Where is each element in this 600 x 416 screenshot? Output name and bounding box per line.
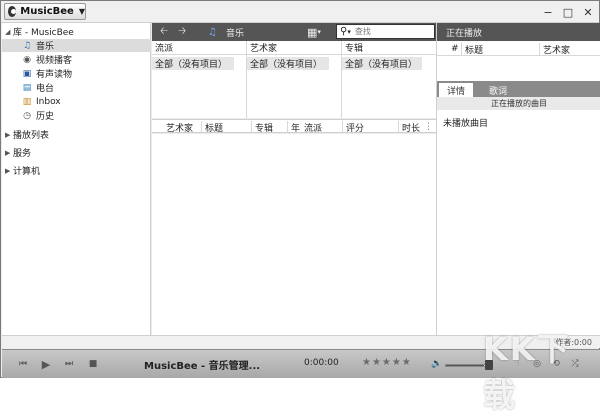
status-bar: 作者:0:00 bbox=[2, 335, 600, 348]
collapsed-arrow-icon: ▶ bbox=[5, 130, 11, 139]
sidebar-item-video-podcasts[interactable]: ◉ 视频播客 bbox=[2, 53, 151, 67]
tab-lyrics[interactable]: 歌词 bbox=[481, 83, 515, 97]
column-number[interactable]: # bbox=[451, 43, 459, 55]
clock-icon: ◷ bbox=[23, 110, 31, 121]
now-playing-panel: 正在播放 # 标题 艺术家 详情 歌词 正在播放的曲目 未播放曲目 bbox=[436, 23, 600, 335]
chevron-down-icon: ▼ bbox=[78, 7, 85, 16]
music-note-icon: ♫ bbox=[208, 26, 217, 38]
sidebar-section-computer[interactable]: ▶ 计算机 bbox=[2, 164, 151, 178]
collapsed-arrow-icon: ▶ bbox=[5, 148, 11, 157]
sidebar-item-history[interactable]: ◷ 历史 bbox=[2, 109, 151, 123]
pane-value[interactable]: 全部（没有项目） bbox=[247, 57, 329, 70]
section-label: 播放列表 bbox=[13, 131, 50, 141]
sidebar-item-label: 历史 bbox=[36, 112, 55, 122]
tracklist[interactable] bbox=[152, 134, 436, 335]
volume-handle[interactable] bbox=[485, 360, 493, 370]
location-label: 音乐 bbox=[226, 28, 245, 39]
genre-pane[interactable]: 流派 全部（没有项目） bbox=[152, 41, 247, 118]
maximize-button[interactable]: □ bbox=[561, 5, 575, 19]
library-node[interactable]: ◢ 库 - MusicBee bbox=[2, 25, 151, 39]
column-year[interactable]: 年 bbox=[287, 121, 300, 134]
now-playing-text[interactable]: MusicBee - 音乐管理... bbox=[144, 357, 260, 372]
column-genre[interactable]: 流派 bbox=[304, 121, 322, 134]
now-playing-header: # 标题 艺术家 bbox=[437, 42, 600, 56]
sidebar-item-radio[interactable]: ▤ 电台 bbox=[2, 81, 151, 95]
sidebar-item-label: 电台 bbox=[36, 84, 55, 94]
next-track-icon[interactable]: ⏭ bbox=[63, 358, 75, 370]
search-icon: ⚲ bbox=[340, 26, 348, 37]
close-button[interactable]: ✕ bbox=[581, 5, 595, 19]
now-playing-subheader: 正在播放的曲目 bbox=[437, 97, 600, 110]
sidebar-item-label: 视频播客 bbox=[36, 56, 73, 66]
sidebar-item-label: 音乐 bbox=[36, 42, 55, 52]
player-bar: ⏮ ▶ ⏭ ■ MusicBee - 音乐管理... 0:00:00 ★★★★★… bbox=[2, 349, 600, 378]
search-box[interactable]: ⚲ ▾ 查找 bbox=[336, 24, 435, 39]
tracklist-header: 艺术家 标题 专辑 年 流派 评分 时长 ⋮⋮ bbox=[152, 119, 442, 134]
column-title[interactable]: 标题 bbox=[461, 43, 483, 56]
sidebar-item-inbox[interactable]: ▥ Inbox bbox=[2, 95, 151, 108]
artist-pane[interactable]: 艺术家 全部（没有项目） bbox=[247, 41, 342, 118]
view-layout-icon[interactable]: ▦ ▾ bbox=[307, 25, 321, 39]
previous-track-icon[interactable]: ⏮ bbox=[17, 358, 29, 370]
sidebar: ◢ 库 - MusicBee ♫ 音乐 ◉ 视频播客 ▣ 有声读物 ▤ 电台 ▥… bbox=[2, 23, 151, 335]
chevron-down-icon: ▾ bbox=[347, 27, 351, 36]
column-rating[interactable]: 评分 bbox=[342, 121, 364, 134]
musicbee-logo-icon bbox=[8, 6, 17, 17]
radio-icon: ▤ bbox=[22, 82, 32, 93]
now-playing-title: 正在播放 bbox=[437, 23, 600, 41]
video-icon: ◉ bbox=[23, 54, 31, 65]
column-artist[interactable]: 艺术家 bbox=[166, 121, 193, 134]
column-album[interactable]: 专辑 bbox=[251, 121, 273, 134]
sidebar-item-audiobooks[interactable]: ▣ 有声读物 bbox=[2, 67, 151, 81]
forward-arrow-icon[interactable]: 🡢 bbox=[178, 25, 186, 39]
sidebar-item-label: 有声读物 bbox=[36, 70, 73, 80]
library-label: 库 - MusicBee bbox=[13, 28, 74, 38]
pane-header[interactable]: 艺术家 bbox=[247, 41, 341, 55]
inbox-icon: ▥ bbox=[22, 96, 32, 107]
sidebar-item-music[interactable]: ♫ 音乐 bbox=[2, 39, 151, 52]
pane-value[interactable]: 全部（没有项目） bbox=[152, 57, 234, 70]
section-label: 服务 bbox=[13, 149, 32, 159]
audiobook-icon: ▣ bbox=[22, 68, 32, 79]
column-artist[interactable]: 艺术家 bbox=[539, 43, 570, 56]
pane-header[interactable]: 专辑 bbox=[342, 41, 436, 55]
volume-fill bbox=[446, 365, 484, 366]
collapsed-arrow-icon: ▶ bbox=[5, 166, 11, 175]
play-icon[interactable]: ▶ bbox=[40, 358, 52, 371]
pane-value[interactable]: 全部（没有项目） bbox=[342, 57, 422, 70]
back-arrow-icon[interactable]: 🡠 bbox=[160, 25, 168, 39]
status-text: 作者:0:00 bbox=[555, 338, 592, 347]
sidebar-section-services[interactable]: ▶ 服务 bbox=[2, 146, 151, 160]
scrobble-icon[interactable]: ◎ bbox=[531, 358, 543, 370]
app-title: MusicBee bbox=[20, 6, 74, 17]
volume-slider[interactable] bbox=[445, 364, 489, 367]
sidebar-item-label: Inbox bbox=[36, 96, 61, 107]
album-pane[interactable]: 专辑 全部（没有项目） bbox=[342, 41, 436, 118]
expanded-arrow-icon: ◢ bbox=[5, 27, 11, 36]
title-bar: MusicBee ▼ − □ ✕ bbox=[1, 1, 599, 23]
info-tabs: 详情 歌词 bbox=[437, 81, 600, 97]
rating-stars[interactable]: ★★★★★ bbox=[362, 357, 412, 368]
stop-icon[interactable]: ■ bbox=[87, 358, 99, 370]
equalizer-icon[interactable]: ⫶ bbox=[512, 358, 524, 370]
tab-details[interactable]: 详情 bbox=[439, 83, 474, 97]
column-duration[interactable]: 时长 bbox=[398, 121, 420, 134]
sidebar-section-playlists[interactable]: ▶ 播放列表 bbox=[2, 128, 151, 142]
no-track-label: 未播放曲目 bbox=[443, 119, 489, 129]
section-label: 计算机 bbox=[13, 167, 41, 177]
column-title[interactable]: 标题 bbox=[201, 121, 223, 134]
search-placeholder: 查找 bbox=[354, 27, 371, 36]
volume-icon[interactable]: 🔈 bbox=[431, 358, 443, 370]
pane-header[interactable]: 流派 bbox=[152, 41, 246, 55]
app-menu-button[interactable]: MusicBee ▼ bbox=[4, 3, 86, 20]
minimize-button[interactable]: − bbox=[541, 5, 555, 19]
repeat-icon[interactable]: ⟲ bbox=[550, 358, 562, 370]
elapsed-time: 0:00:00 bbox=[304, 358, 339, 368]
musicbee-window: MusicBee ▼ − □ ✕ ◢ 库 - MusicBee ♫ 音乐 ◉ 视… bbox=[0, 0, 600, 414]
music-note-icon: ♫ bbox=[22, 40, 32, 51]
shuffle-icon[interactable]: ⤮ bbox=[569, 358, 581, 370]
